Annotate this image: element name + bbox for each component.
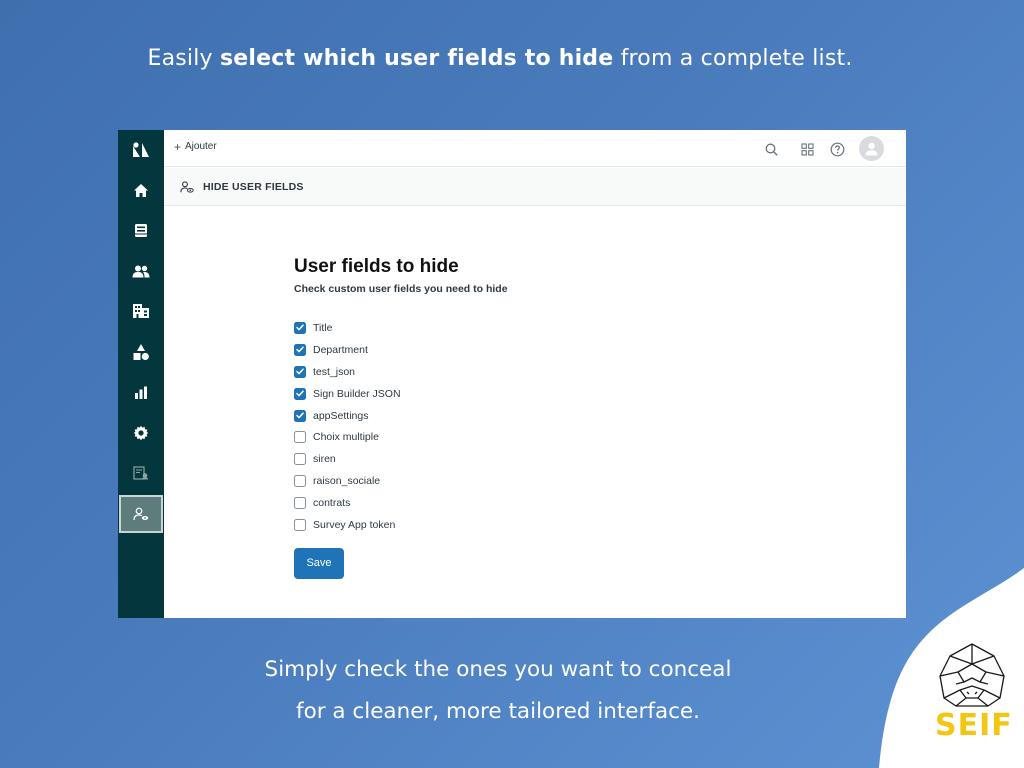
brand-logo-text: SEIF bbox=[935, 708, 1013, 743]
field-label: appSettings bbox=[313, 409, 369, 422]
product-logo-icon[interactable] bbox=[118, 131, 164, 169]
field-checkbox[interactable] bbox=[294, 453, 306, 466]
field-row[interactable]: Title bbox=[294, 317, 508, 339]
field-label: Title bbox=[313, 321, 333, 334]
field-row[interactable]: Survey App token bbox=[294, 514, 508, 536]
headline-prefix: Easily bbox=[147, 46, 220, 71]
field-row[interactable]: contrats bbox=[294, 492, 508, 514]
check-icon bbox=[296, 324, 304, 331]
app-icon[interactable] bbox=[118, 454, 164, 492]
app-header-title: HIDE USER FIELDS bbox=[203, 180, 304, 193]
field-row[interactable]: Sign Builder JSON bbox=[294, 383, 508, 405]
home-icon[interactable] bbox=[118, 171, 164, 209]
hide-user-fields-icon bbox=[133, 507, 149, 521]
headline-suffix: from a complete list. bbox=[613, 46, 853, 71]
field-checkbox[interactable] bbox=[294, 343, 306, 356]
shapes-icon[interactable] bbox=[118, 333, 164, 371]
field-checkbox[interactable] bbox=[294, 365, 306, 378]
field-checkbox[interactable] bbox=[294, 431, 306, 444]
organizations-icon[interactable] bbox=[118, 292, 164, 330]
check-icon bbox=[296, 346, 304, 353]
headline: Easily select which user fields to hide … bbox=[0, 46, 1000, 71]
headline-bold: select which user fields to hide bbox=[219, 46, 614, 71]
field-list: Title Department test_json Sign Builder … bbox=[294, 317, 508, 536]
sidebar bbox=[118, 130, 164, 618]
check-icon bbox=[296, 412, 304, 419]
save-button[interactable]: Save bbox=[294, 547, 344, 579]
field-label: Department bbox=[313, 343, 368, 356]
field-row[interactable]: siren bbox=[294, 448, 508, 470]
field-checkbox[interactable] bbox=[294, 387, 306, 400]
reporting-icon[interactable] bbox=[118, 373, 164, 411]
page-subtitle: Check custom user fields you need to hid… bbox=[294, 283, 508, 295]
page-title: User fields to hide bbox=[294, 256, 459, 277]
field-label: siren bbox=[313, 453, 336, 466]
app-header: HIDE USER FIELDS bbox=[164, 168, 906, 206]
field-row[interactable]: appSettings bbox=[294, 405, 508, 427]
field-row[interactable]: test_json bbox=[294, 361, 508, 383]
users-icon[interactable] bbox=[118, 252, 164, 290]
main-content: User fields to hide Check custom user fi… bbox=[294, 256, 508, 579]
footer-line-1: Simply check the ones you want to concea… bbox=[264, 657, 732, 682]
field-checkbox[interactable] bbox=[294, 497, 306, 510]
check-icon bbox=[296, 390, 304, 397]
plus-icon: + bbox=[174, 139, 182, 154]
field-checkbox[interactable] bbox=[294, 409, 306, 422]
field-label: Survey App token bbox=[313, 518, 396, 531]
top-bar: + Ajouter bbox=[164, 130, 906, 167]
field-checkbox[interactable] bbox=[294, 475, 306, 488]
hide-user-fields-icon bbox=[180, 180, 194, 194]
field-label: contrats bbox=[313, 497, 351, 510]
footer-line-2: for a cleaner, more tailored interface. bbox=[296, 699, 700, 724]
field-row[interactable]: raison_sociale bbox=[294, 470, 508, 492]
hide-user-fields-nav-item[interactable] bbox=[119, 495, 163, 533]
check-icon bbox=[296, 368, 304, 375]
app-window: + Ajouter HIDE USER FIELDS User fields t… bbox=[118, 130, 906, 618]
field-checkbox[interactable] bbox=[294, 518, 306, 531]
add-button[interactable]: + Ajouter bbox=[174, 139, 217, 154]
field-row[interactable]: Department bbox=[294, 339, 508, 361]
field-checkbox[interactable] bbox=[294, 321, 306, 334]
field-label: Choix multiple bbox=[313, 431, 379, 444]
apps-grid-icon[interactable] bbox=[798, 140, 816, 158]
inbox-icon[interactable] bbox=[118, 211, 164, 249]
field-label: test_json bbox=[313, 365, 356, 378]
add-button-label: Ajouter bbox=[185, 141, 217, 152]
help-icon[interactable] bbox=[828, 140, 846, 158]
field-label: raison_sociale bbox=[313, 475, 381, 488]
settings-icon[interactable] bbox=[118, 414, 164, 452]
field-row[interactable]: Choix multiple bbox=[294, 426, 508, 448]
field-label: Sign Builder JSON bbox=[313, 387, 401, 400]
search-icon[interactable] bbox=[762, 140, 780, 158]
avatar-icon[interactable] bbox=[859, 136, 884, 161]
